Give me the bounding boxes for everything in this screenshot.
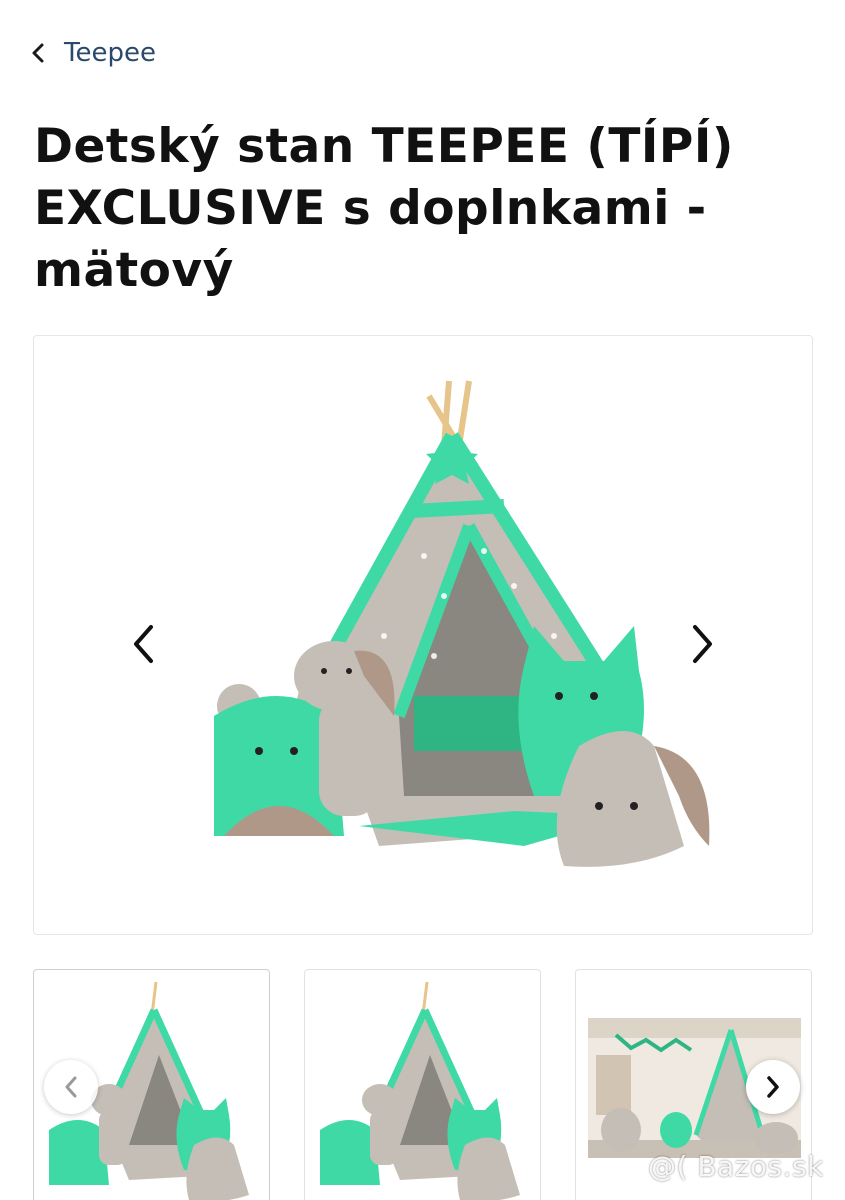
watermark: @( Bazos.sk [648,1150,824,1183]
chevron-right-icon [693,625,712,663]
chevron-left-icon [65,1076,77,1098]
chevron-left-icon [134,625,153,663]
thumbnail-image [320,981,520,1200]
gallery-prev-button[interactable] [124,616,164,672]
thumbnails-prev-button[interactable] [44,1060,98,1114]
chevron-left-icon [32,43,44,63]
chevron-right-icon [767,1076,779,1098]
product-photo[interactable] [184,376,724,896]
gallery-thumbnail[interactable] [304,969,541,1200]
main-gallery [33,335,813,935]
page-title: Detský stan TEEPEE (TÍPÍ) EXCLUSIVE s do… [34,119,734,298]
back-link-label: Teepee [64,38,156,68]
gallery-next-button[interactable] [682,616,722,672]
back-link[interactable]: Teepee [30,38,156,68]
thumbnails-next-button[interactable] [746,1060,800,1114]
